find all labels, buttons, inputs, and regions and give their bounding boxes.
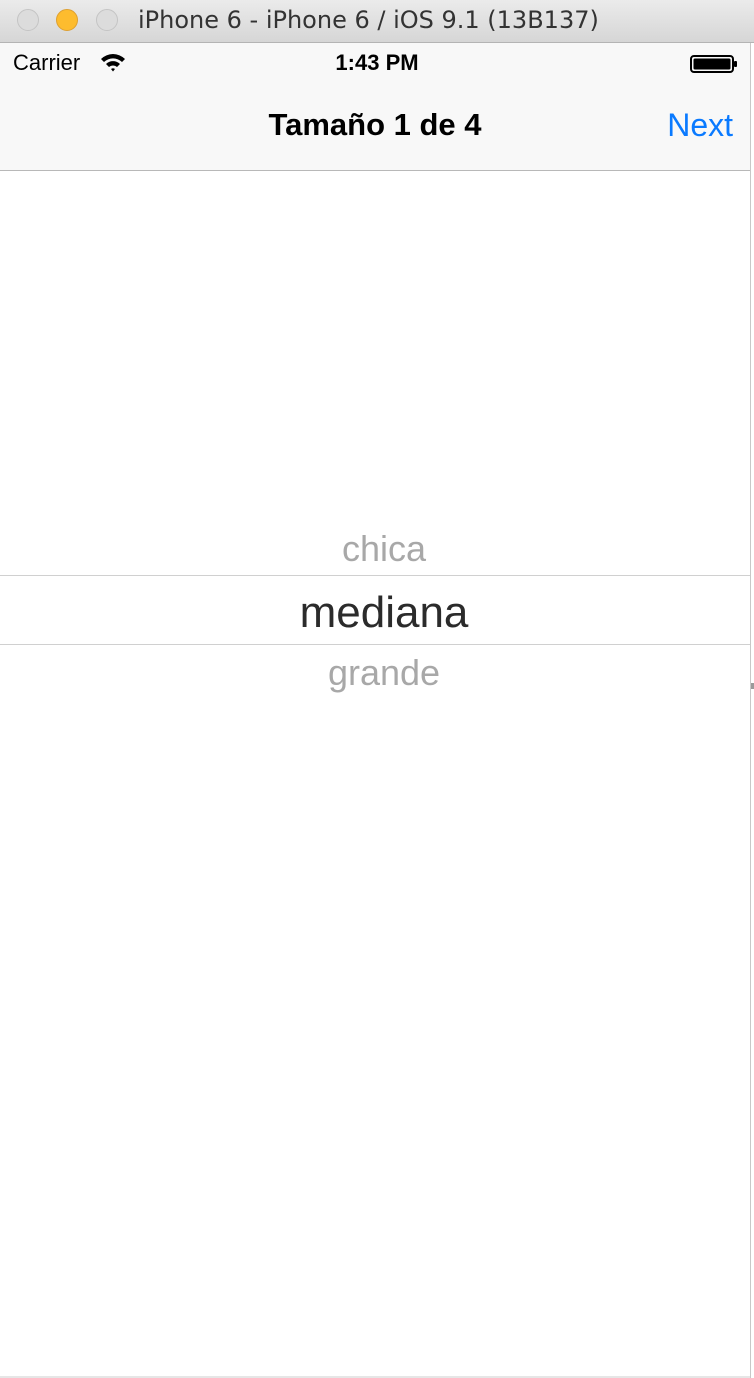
ios-status-bar: Carrier 1:43 PM [0,43,750,83]
zoom-window-button[interactable] [96,9,118,31]
picker-option-chica[interactable]: chica [0,528,754,570]
minimize-window-button[interactable] [56,9,78,31]
status-bar-time: 1:43 PM [335,50,419,75]
close-window-button[interactable] [17,9,39,31]
window-title-bar[interactable]: iPhone 6 - iPhone 6 / iOS 9.1 (13B137) [0,0,754,43]
battery-icon [690,55,737,73]
picker-selection-bottom-divider [0,644,750,645]
picker-option-mediana-selected[interactable]: mediana [0,588,754,638]
content-area [0,171,750,1376]
window-right-border [750,43,751,1378]
size-picker[interactable]: chica mediana grande [0,516,750,706]
simulator-window: iPhone 6 - iPhone 6 / iOS 9.1 (13B137) C… [0,0,754,1378]
picker-selection-top-divider [0,575,750,576]
window-title: iPhone 6 - iPhone 6 / iOS 9.1 (13B137) [138,6,599,34]
next-button[interactable]: Next [667,107,733,144]
picker-option-grande[interactable]: grande [0,652,754,694]
navigation-bar: Tamaño 1 de 4 Next [0,83,750,171]
page-title: Tamaño 1 de 4 [268,107,482,142]
